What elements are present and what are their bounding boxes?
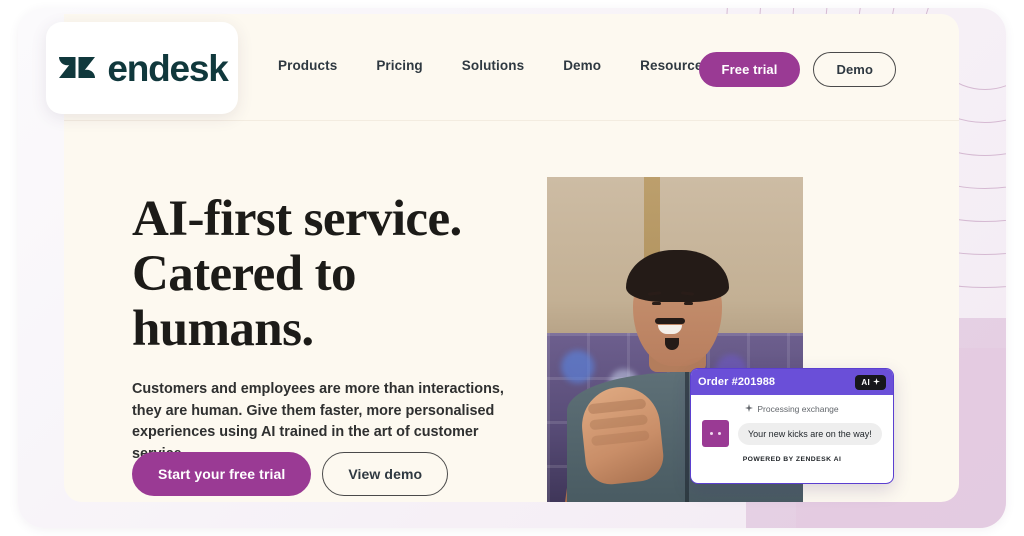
chat-status: Processing exchange bbox=[691, 404, 893, 414]
headline-line-3: humans. bbox=[132, 301, 314, 357]
header-actions: Free trial Demo bbox=[698, 52, 896, 87]
chat-message-row: Your new kicks are on the way! bbox=[691, 414, 893, 447]
zendesk-wordmark: endesk bbox=[107, 47, 229, 89]
view-demo-button[interactable]: View demo bbox=[322, 452, 449, 496]
zendesk-z-mark-icon bbox=[56, 45, 98, 92]
ai-badge: AI bbox=[855, 374, 886, 390]
browser-screenshot: Products Pricing Solutions Demo Resource… bbox=[0, 0, 1024, 536]
sparkle-icon bbox=[873, 377, 880, 387]
nav-item-demo[interactable]: Demo bbox=[563, 58, 601, 73]
ai-chat-card: Order #201988 AI Processing exchange You… bbox=[690, 368, 894, 484]
ai-badge-label: AI bbox=[861, 377, 870, 387]
zendesk-logo-card[interactable]: endesk bbox=[46, 22, 238, 114]
chat-status-label: Processing exchange bbox=[757, 404, 839, 414]
start-free-trial-button[interactable]: Start your free trial bbox=[132, 452, 312, 496]
headline-line-1: AI-first service. bbox=[132, 191, 462, 247]
nav-item-products[interactable]: Products bbox=[278, 58, 337, 73]
sparkle-icon bbox=[745, 404, 754, 414]
header-demo-button[interactable]: Demo bbox=[813, 52, 896, 87]
main-navigation: Products Pricing Solutions Demo Resource… bbox=[278, 58, 710, 73]
free-trial-button[interactable]: Free trial bbox=[698, 52, 801, 87]
chat-card-footer: POWERED BY ZENDESK AI bbox=[742, 456, 842, 463]
chat-card-header: Order #201988 AI bbox=[691, 369, 893, 395]
nav-item-solutions[interactable]: Solutions bbox=[462, 58, 524, 73]
agent-avatar bbox=[702, 420, 729, 447]
chat-message-bubble: Your new kicks are on the way! bbox=[738, 422, 882, 445]
hero-cta-group: Start your free trial View demo bbox=[132, 452, 449, 496]
nav-item-pricing[interactable]: Pricing bbox=[376, 58, 422, 73]
order-title: Order #201988 bbox=[698, 376, 776, 388]
headline-line-2: Catered to bbox=[132, 246, 357, 302]
page-title: AI-first service. Catered to humans. bbox=[132, 192, 552, 357]
